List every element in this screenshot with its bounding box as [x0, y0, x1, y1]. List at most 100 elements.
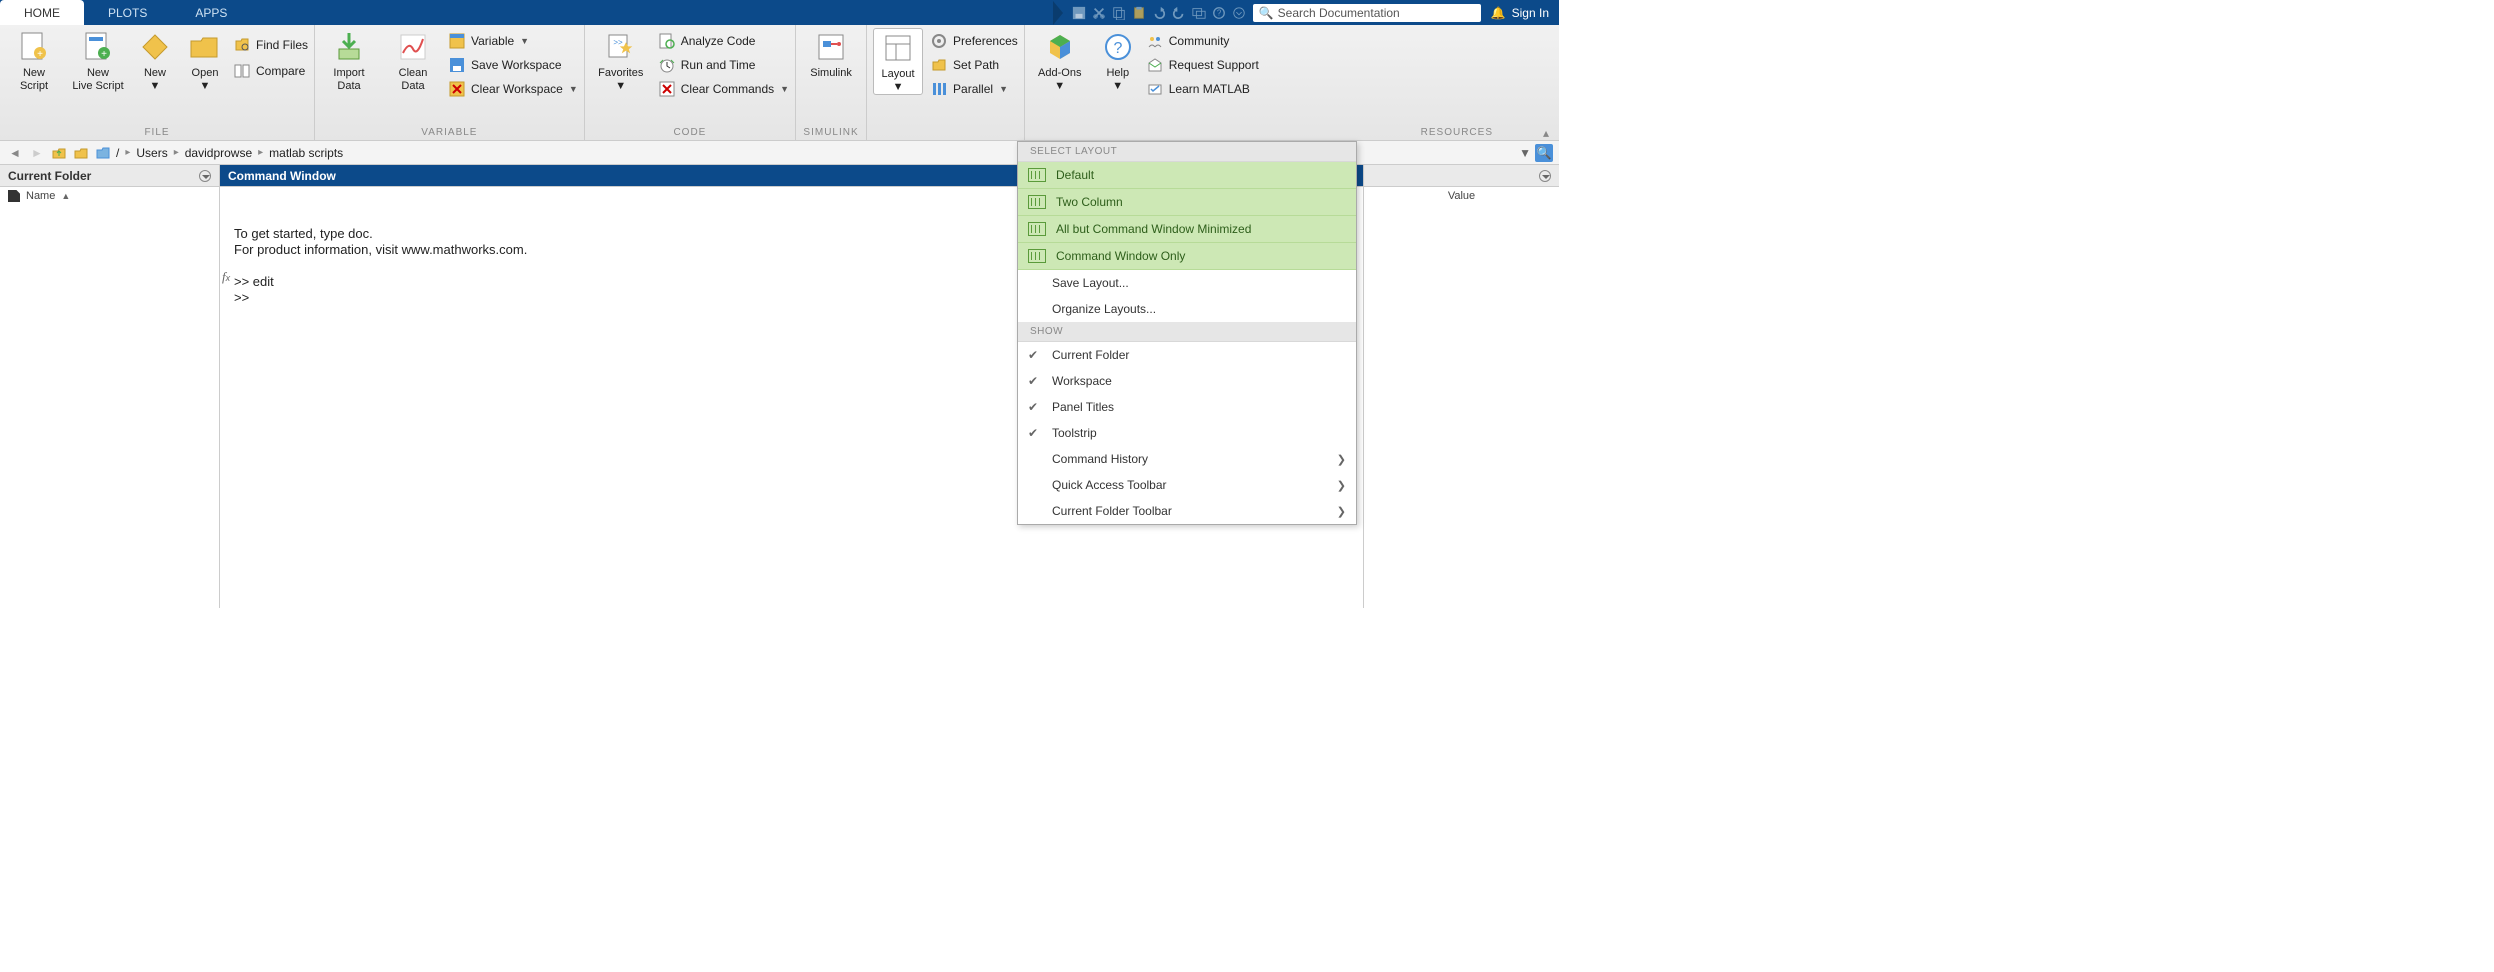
toolstrip: + New Script + New Live Script New▼ Open…: [0, 25, 1559, 141]
ribbon-group-variable: Import Data Clean Data Variable ▼ Save W…: [315, 25, 585, 140]
help-button[interactable]: ? Help▼: [1097, 28, 1139, 93]
tab-plots[interactable]: PLOTS: [84, 0, 171, 25]
search-documentation[interactable]: 🔍 Search Documentation: [1253, 4, 1481, 22]
svg-text:>>: >>: [613, 38, 623, 47]
clean-data-button[interactable]: Clean Data: [385, 28, 441, 93]
layout-icon: [1028, 222, 1046, 236]
breadcrumb-folder[interactable]: matlab scripts: [269, 146, 343, 160]
run-and-time-button[interactable]: Run and Time: [659, 54, 789, 76]
layout-icon: [1028, 249, 1046, 263]
open-button[interactable]: Open▼: [184, 28, 226, 93]
ribbon-group-simulink: Simulink SIMULINK: [796, 25, 867, 140]
panel-actions-icon[interactable]: [199, 170, 211, 182]
qat-chevron: [1053, 1, 1063, 25]
new-script-button[interactable]: + New Script: [6, 28, 62, 93]
addons-button[interactable]: Add-Ons▼: [1031, 28, 1089, 93]
chevron-right-icon: ❯: [1337, 505, 1346, 518]
check-icon: ✔: [1028, 374, 1042, 388]
breadcrumb-root[interactable]: /: [116, 146, 119, 160]
svg-text:+: +: [37, 49, 43, 60]
sign-in[interactable]: 🔔 Sign In: [1481, 6, 1559, 20]
simulink-button[interactable]: Simulink: [802, 28, 860, 80]
undo-icon[interactable]: [1151, 5, 1167, 21]
ribbon-group-code: >> Favorites▼ Analyze Code Run and Time …: [585, 25, 796, 140]
clear-workspace-button[interactable]: Clear Workspace ▼: [449, 78, 578, 100]
layout-all-but-cw-minimized[interactable]: All but Command Window Minimized: [1018, 216, 1356, 243]
fx-icon[interactable]: fx: [222, 269, 230, 285]
switch-windows-icon[interactable]: [1191, 5, 1207, 21]
workspace-header[interactable]: Value: [1364, 187, 1559, 205]
group-label-code: CODE: [591, 125, 789, 140]
show-current-folder[interactable]: ✔Current Folder: [1018, 342, 1356, 368]
svg-text:?: ?: [1113, 40, 1122, 57]
request-support-button[interactable]: Request Support: [1147, 54, 1259, 76]
group-label-resources: RESOURCES: [1031, 125, 1553, 140]
folder-icon[interactable]: [94, 144, 112, 162]
tab-apps[interactable]: APPS: [171, 0, 251, 25]
layout-button[interactable]: Layout▼: [873, 28, 923, 95]
breadcrumb-users[interactable]: Users: [136, 146, 167, 160]
clear-commands-button[interactable]: Clear Commands ▼: [659, 78, 789, 100]
show-header: SHOW: [1018, 322, 1356, 342]
up-folder-icon[interactable]: [50, 144, 68, 162]
chevron-right-icon: ❯: [1337, 479, 1346, 492]
copy-icon[interactable]: [1111, 5, 1127, 21]
show-command-history[interactable]: Command History❯: [1018, 446, 1356, 472]
back-icon[interactable]: ◄: [6, 144, 24, 162]
set-path-button[interactable]: Set Path: [931, 54, 1018, 76]
layout-command-window-only[interactable]: Command Window Only: [1018, 243, 1356, 270]
preferences-button[interactable]: Preferences: [931, 30, 1018, 52]
command-output: To get started, type doc. For product in…: [234, 226, 527, 305]
sort-asc-icon: ▲: [61, 191, 70, 201]
learn-matlab-button[interactable]: Learn MATLAB: [1147, 78, 1259, 100]
show-current-folder-toolbar[interactable]: Current Folder Toolbar❯: [1018, 498, 1356, 524]
layout-two-column[interactable]: Two Column: [1018, 189, 1356, 216]
chevron-right-icon: ▸: [256, 147, 265, 158]
minimize-toolstrip-icon[interactable]: ▴: [1543, 126, 1555, 138]
current-folder-title: Current Folder: [0, 165, 219, 187]
group-label-file: FILE: [6, 125, 308, 140]
panel-actions-icon[interactable]: [1539, 170, 1551, 182]
save-workspace-button[interactable]: Save Workspace: [449, 54, 578, 76]
ribbon-group-file: + New Script + New Live Script New▼ Open…: [0, 25, 315, 140]
redo-icon[interactable]: [1171, 5, 1187, 21]
layout-default[interactable]: Default: [1018, 162, 1356, 189]
favorites-button[interactable]: >> Favorites▼: [591, 28, 651, 93]
chevron-right-icon: ❯: [1337, 453, 1346, 466]
forward-icon[interactable]: ►: [28, 144, 46, 162]
cut-icon[interactable]: [1091, 5, 1107, 21]
save-icon[interactable]: [1071, 5, 1087, 21]
help-icon[interactable]: ?: [1211, 5, 1227, 21]
variable-button[interactable]: Variable ▼: [449, 30, 578, 52]
qat-dropdown-icon[interactable]: [1231, 5, 1247, 21]
show-quick-access-toolbar[interactable]: Quick Access Toolbar❯: [1018, 472, 1356, 498]
import-data-button[interactable]: Import Data: [321, 28, 377, 93]
current-folder-header[interactable]: Name ▲: [0, 187, 219, 205]
organize-layouts[interactable]: Organize Layouts...: [1018, 296, 1356, 322]
compare-button[interactable]: Compare: [234, 60, 308, 82]
search-folder-icon[interactable]: 🔍: [1535, 144, 1553, 162]
breadcrumb-user[interactable]: davidprowse: [185, 146, 252, 160]
current-folder-panel: Current Folder Name ▲: [0, 165, 220, 608]
show-toolstrip[interactable]: ✔Toolstrip: [1018, 420, 1356, 446]
group-label-variable: VARIABLE: [321, 125, 578, 140]
sign-in-label: Sign In: [1512, 6, 1549, 20]
new-button[interactable]: New▼: [134, 28, 176, 93]
layout-icon: [1028, 195, 1046, 209]
file-icon: [8, 190, 20, 202]
browse-folder-icon[interactable]: [72, 144, 90, 162]
paste-icon[interactable]: [1131, 5, 1147, 21]
path-dropdown-icon[interactable]: ▼: [1519, 146, 1531, 160]
analyze-code-button[interactable]: Analyze Code: [659, 30, 789, 52]
notification-bell-icon[interactable]: 🔔: [1491, 6, 1506, 20]
community-button[interactable]: Community: [1147, 30, 1259, 52]
show-panel-titles[interactable]: ✔Panel Titles: [1018, 394, 1356, 420]
parallel-button[interactable]: Parallel ▼: [931, 78, 1018, 100]
show-workspace[interactable]: ✔Workspace: [1018, 368, 1356, 394]
new-live-script-button[interactable]: + New Live Script: [70, 28, 126, 93]
svg-text:+: +: [101, 49, 107, 60]
layout-icon: [1028, 168, 1046, 182]
save-layout[interactable]: Save Layout...: [1018, 270, 1356, 296]
tab-home[interactable]: HOME: [0, 0, 84, 25]
find-files-button[interactable]: Find Files: [234, 34, 308, 56]
